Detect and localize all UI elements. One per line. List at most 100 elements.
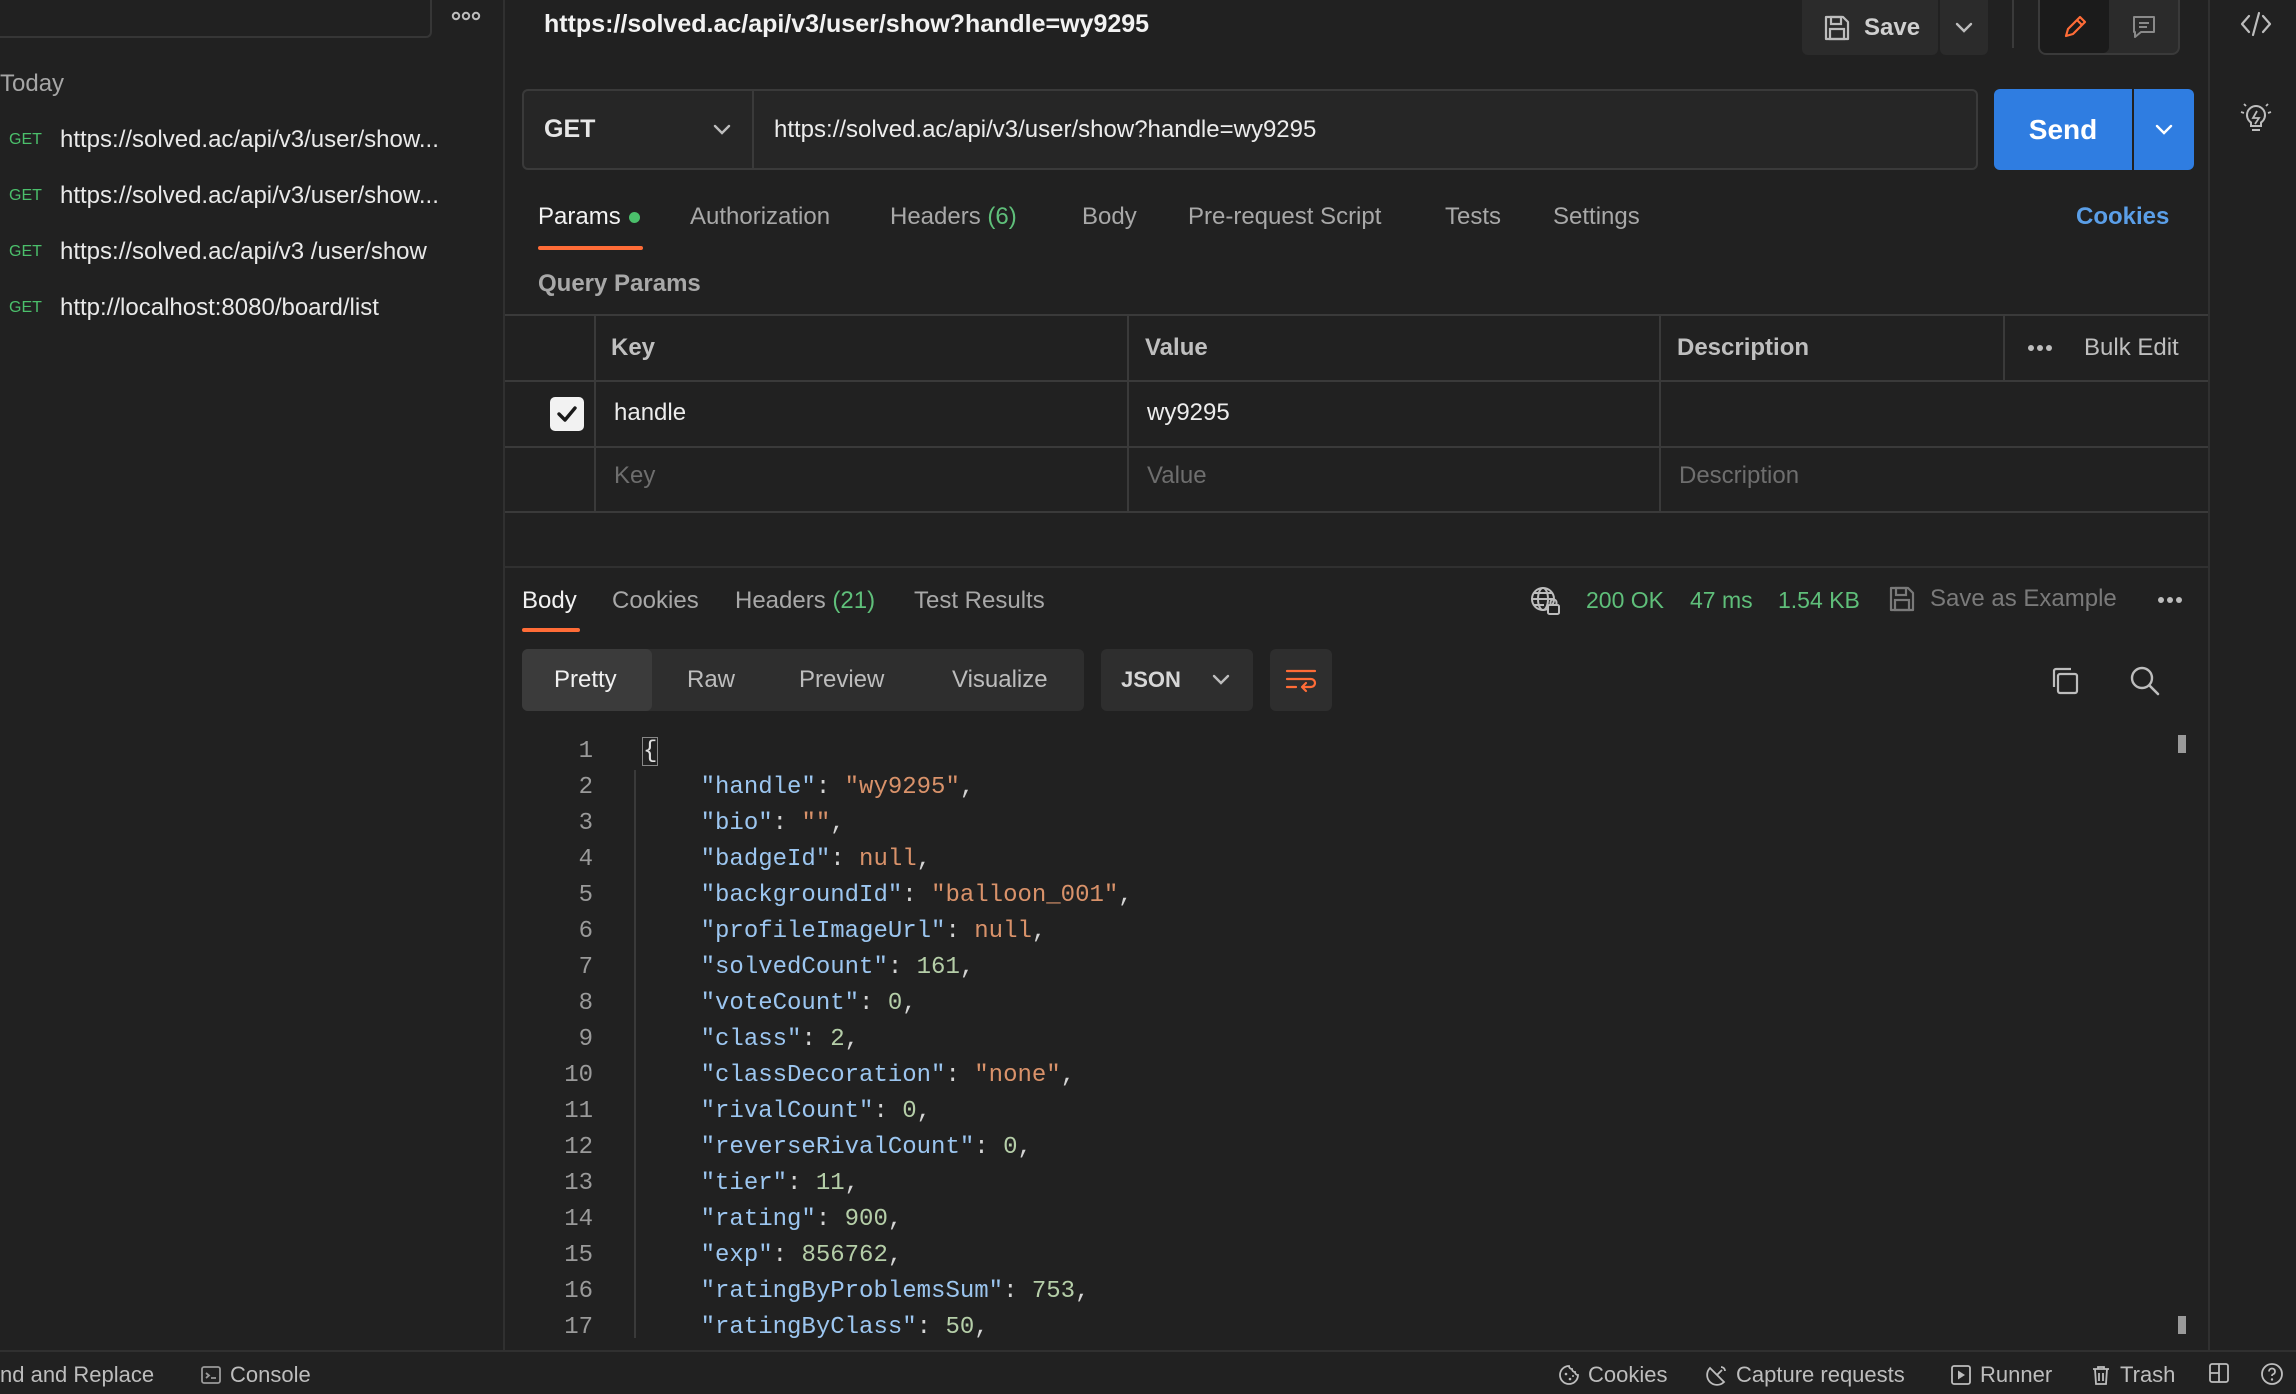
column-header-value: Value bbox=[1145, 334, 1208, 361]
response-pane-divider[interactable] bbox=[505, 566, 2208, 568]
view-pretty[interactable]: Pretty bbox=[554, 649, 617, 711]
save-options-button[interactable] bbox=[1940, 0, 1988, 55]
more-options-icon[interactable] bbox=[2156, 594, 2184, 606]
format-label: JSON bbox=[1121, 667, 1181, 692]
column-header-key: Key bbox=[611, 334, 656, 361]
code-text: "class": 2, bbox=[700, 1025, 860, 1053]
code-line: 2 "handle": "wy9295", bbox=[505, 769, 2165, 805]
console-icon bbox=[200, 1364, 222, 1386]
view-visualize[interactable]: Visualize bbox=[952, 649, 1048, 711]
param-key-cell[interactable]: handle bbox=[614, 399, 686, 427]
find-replace-label: nd and Replace bbox=[0, 1362, 155, 1387]
line-number: 6 bbox=[578, 917, 593, 945]
url-input[interactable]: https://solved.ac/api/v3/user/show?handl… bbox=[754, 89, 1978, 170]
code-text: "reverseRivalCount": 0, bbox=[700, 1133, 1032, 1161]
trash-button[interactable]: Trash bbox=[2090, 1362, 2175, 1388]
capture-requests-button[interactable]: Capture requests bbox=[1706, 1362, 1905, 1388]
response-tab-cookies[interactable]: Cookies bbox=[612, 587, 699, 615]
lightbulb-icon[interactable] bbox=[2238, 100, 2274, 136]
bulk-edit-button[interactable]: Bulk Edit bbox=[2084, 334, 2179, 362]
tab-label: Headers bbox=[735, 587, 826, 614]
code-line: 13 "tier": 11, bbox=[505, 1165, 2165, 1201]
copy-icon[interactable] bbox=[2048, 664, 2082, 698]
cookies-link[interactable]: Cookies bbox=[2076, 203, 2169, 231]
code-text: "handle": "wy9295", bbox=[700, 773, 975, 801]
history-item[interactable]: GET https://solved.ac/api/v3/user/show..… bbox=[0, 171, 500, 221]
response-size[interactable]: 1.54 KB bbox=[1778, 587, 1860, 614]
new-param-description-input[interactable]: Description bbox=[1679, 462, 1799, 490]
console-button[interactable]: Console bbox=[200, 1362, 311, 1388]
history-method: GET bbox=[9, 187, 42, 204]
send-button[interactable]: Send bbox=[1994, 89, 2132, 170]
runner-label: Runner bbox=[1980, 1362, 2053, 1387]
header-divider bbox=[2012, 0, 2014, 48]
sidebar-search-input[interactable] bbox=[0, 0, 432, 38]
line-number: 4 bbox=[578, 845, 593, 873]
history-method: GET bbox=[9, 131, 42, 148]
tab-label: Params bbox=[538, 203, 621, 230]
response-tab-headers[interactable]: Headers (21) bbox=[735, 587, 875, 615]
view-raw[interactable]: Raw bbox=[687, 649, 735, 711]
response-tab-test-results[interactable]: Test Results bbox=[914, 587, 1045, 615]
more-options-icon[interactable] bbox=[450, 8, 482, 24]
save-icon bbox=[1822, 13, 1852, 43]
history-url: https://solved.ac/api/v3/user/show... bbox=[60, 126, 439, 153]
method-select[interactable]: GET bbox=[522, 89, 754, 170]
runner-button[interactable]: Runner bbox=[1950, 1362, 2052, 1388]
line-number: 15 bbox=[564, 1241, 593, 1269]
save-button[interactable]: Save bbox=[1802, 0, 1938, 55]
editor-scrollbar[interactable] bbox=[2176, 733, 2186, 1338]
tab-authorization[interactable]: Authorization bbox=[690, 203, 830, 231]
tab-prerequest-script[interactable]: Pre-request Script bbox=[1188, 203, 1381, 231]
tab-params[interactable]: Params bbox=[538, 203, 640, 231]
code-line: 8 "voteCount": 0, bbox=[505, 985, 2165, 1021]
table-divider bbox=[594, 314, 596, 513]
param-value-cell[interactable]: wy9295 bbox=[1147, 399, 1230, 427]
find-replace-button[interactable]: nd and Replace bbox=[0, 1362, 154, 1388]
right-rail bbox=[2208, 0, 2296, 1350]
column-header-description: Description bbox=[1677, 334, 1810, 361]
tab-settings[interactable]: Settings bbox=[1553, 203, 1640, 231]
active-tab-underline bbox=[538, 246, 643, 250]
table-divider bbox=[1659, 314, 1661, 513]
format-select[interactable]: JSON bbox=[1101, 649, 1253, 711]
code-icon[interactable] bbox=[2238, 6, 2274, 42]
code-line: 7 "solvedCount": 161, bbox=[505, 949, 2165, 985]
comments-mode-button[interactable] bbox=[2109, 0, 2178, 53]
status-code[interactable]: 200 OK bbox=[1586, 587, 1664, 614]
save-as-example-button[interactable]: Save as Example bbox=[1930, 585, 2117, 613]
response-tab-body[interactable]: Body bbox=[522, 587, 577, 615]
globe-network-icon[interactable] bbox=[1528, 584, 1562, 618]
new-param-value-input[interactable]: Value bbox=[1147, 462, 1207, 490]
scrollbar-marker bbox=[2178, 1316, 2186, 1334]
edit-mode-button[interactable] bbox=[2040, 0, 2109, 53]
chevron-down-icon bbox=[1954, 22, 1974, 34]
history-item[interactable]: GET https://solved.ac/api/v3/user/show..… bbox=[0, 115, 500, 165]
view-preview[interactable]: Preview bbox=[799, 649, 884, 711]
indent-guide bbox=[634, 770, 636, 1338]
search-icon[interactable] bbox=[2128, 664, 2162, 698]
help-icon[interactable] bbox=[2260, 1362, 2284, 1386]
tab-headers[interactable]: Headers (6) bbox=[890, 203, 1017, 231]
new-param-key-input[interactable]: Key bbox=[614, 462, 655, 490]
history-item[interactable]: GET http://localhost:8080/board/list bbox=[0, 283, 500, 333]
wrap-lines-button[interactable] bbox=[1270, 649, 1332, 711]
param-enabled-checkbox[interactable] bbox=[550, 397, 584, 431]
footer-cookies-button[interactable]: Cookies bbox=[1558, 1362, 1667, 1388]
history-item[interactable]: GET https://solved.ac/api/v3 /user/show bbox=[0, 227, 500, 277]
tab-body[interactable]: Body bbox=[1082, 203, 1137, 231]
request-title[interactable]: https://solved.ac/api/v3/user/show?handl… bbox=[544, 10, 1149, 39]
method-label: GET bbox=[544, 115, 596, 143]
code-text: "voteCount": 0, bbox=[700, 989, 917, 1017]
response-body-editor[interactable]: 1{2 "handle": "wy9295", 3 "bio": "", 4 "ba… bbox=[505, 733, 2165, 1338]
response-time[interactable]: 47 ms bbox=[1690, 587, 1753, 614]
two-pane-view-icon[interactable] bbox=[2208, 1362, 2230, 1384]
tab-tests[interactable]: Tests bbox=[1445, 203, 1501, 231]
code-text: "backgroundId": "balloon_001", bbox=[700, 881, 1133, 909]
table-divider bbox=[505, 380, 2208, 382]
table-divider bbox=[2003, 314, 2005, 380]
more-options-icon[interactable] bbox=[2026, 342, 2054, 354]
code-text: "badgeId": null, bbox=[700, 845, 932, 873]
send-options-button[interactable] bbox=[2134, 89, 2194, 170]
code-text: { bbox=[641, 736, 659, 766]
